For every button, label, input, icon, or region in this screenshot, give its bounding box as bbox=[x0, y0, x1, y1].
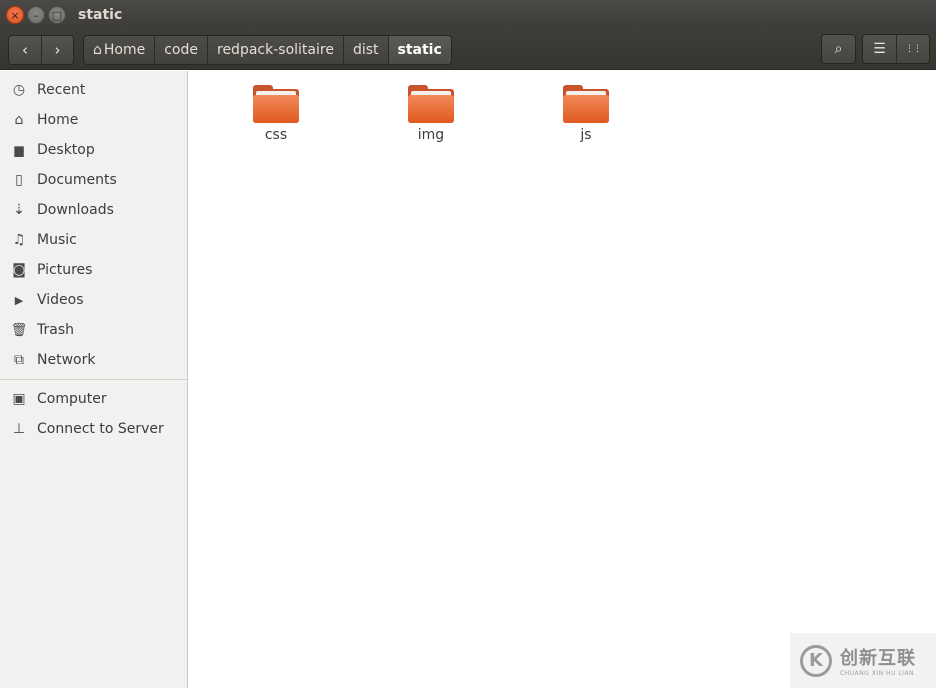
sidebar-item-computer[interactable]: ▣ Computer bbox=[0, 384, 187, 414]
minimize-window-button[interactable]: – bbox=[27, 6, 45, 24]
list-view-icon: ☰ bbox=[873, 41, 886, 57]
folder-icon bbox=[253, 85, 299, 123]
server-icon: ⊥ bbox=[12, 421, 26, 437]
sidebar-item-label: Network bbox=[37, 352, 96, 368]
music-icon: ♫ bbox=[12, 232, 26, 248]
breadcrumb: ⌂ Home code redpack-solitaire dist stati… bbox=[83, 34, 452, 65]
sidebar-item-label: Connect to Server bbox=[37, 421, 164, 437]
toolbar: ‹ › ⌂ Home code redpack-solitaire dist s… bbox=[0, 30, 936, 70]
home-icon: ⌂ bbox=[93, 41, 102, 58]
breadcrumb-code[interactable]: code bbox=[154, 35, 207, 64]
folder-item-css[interactable]: css bbox=[226, 85, 326, 143]
breadcrumb-label: Home bbox=[103, 41, 146, 58]
search-group: ⌕ bbox=[821, 34, 856, 64]
sidebar-item-label: Pictures bbox=[37, 262, 93, 278]
file-name: img bbox=[417, 127, 445, 143]
sidebar-item-downloads[interactable]: ⇣ Downloads bbox=[0, 195, 187, 225]
window-controls: × – □ bbox=[6, 6, 66, 24]
camera-icon: ◙ bbox=[12, 262, 26, 278]
close-window-button[interactable]: × bbox=[6, 6, 24, 24]
home-icon: ⌂ bbox=[14, 112, 24, 128]
folder-icon bbox=[563, 85, 609, 123]
breadcrumb-home[interactable]: ⌂ Home bbox=[84, 35, 155, 64]
sidebar-item-network[interactable]: ⧉ Network bbox=[0, 345, 187, 375]
video-icon: ▶ bbox=[14, 293, 24, 307]
sidebar-item-label: Downloads bbox=[37, 202, 114, 218]
list-view-button[interactable]: ☰ bbox=[863, 35, 896, 63]
sidebar-divider bbox=[0, 379, 187, 380]
sidebar-item-connect-to-server[interactable]: ⊥ Connect to Server bbox=[0, 414, 187, 444]
breadcrumb-dist[interactable]: dist bbox=[342, 35, 388, 64]
sidebar: ◷ Recent ⌂ Home ▆ Desktop ▯ Documents ⇣ … bbox=[0, 71, 188, 688]
sidebar-item-label: Computer bbox=[37, 391, 107, 407]
breadcrumb-static[interactable]: static bbox=[387, 35, 451, 64]
download-icon: ⇣ bbox=[13, 202, 25, 218]
sidebar-item-recent[interactable]: ◷ Recent bbox=[0, 75, 187, 105]
sidebar-item-label: Trash bbox=[37, 322, 74, 338]
sidebar-item-trash[interactable]: 🗑 Trash bbox=[0, 315, 187, 345]
sidebar-item-music[interactable]: ♫ Music bbox=[0, 225, 187, 255]
folder-item-js[interactable]: js bbox=[536, 85, 636, 143]
watermark-title: 创新互联 bbox=[840, 648, 916, 669]
watermark-subtitle: CHUANG XIN HU LIAN bbox=[840, 670, 915, 677]
sidebar-item-label: Desktop bbox=[37, 142, 95, 158]
sidebar-item-desktop[interactable]: ▆ Desktop bbox=[0, 135, 187, 165]
grid-view-button[interactable]: ⋮⋮ bbox=[896, 35, 929, 63]
trash-icon: 🗑 bbox=[10, 322, 28, 338]
computer-icon: ▣ bbox=[12, 391, 26, 407]
sidebar-item-documents[interactable]: ▯ Documents bbox=[0, 165, 187, 195]
back-button[interactable]: ‹ bbox=[9, 35, 41, 64]
file-name: css bbox=[264, 127, 288, 143]
folder-icon bbox=[408, 85, 454, 123]
watermark-logo-icon: K bbox=[800, 644, 832, 677]
sidebar-item-label: Videos bbox=[37, 292, 84, 308]
sidebar-item-pictures[interactable]: ◙ Pictures bbox=[0, 255, 187, 285]
sidebar-item-label: Recent bbox=[37, 82, 86, 98]
search-button[interactable]: ⌕ bbox=[822, 35, 855, 63]
folder-item-img[interactable]: img bbox=[381, 85, 481, 143]
network-icon: ⧉ bbox=[14, 352, 24, 368]
search-icon: ⌕ bbox=[834, 41, 843, 57]
maximize-window-button[interactable]: □ bbox=[48, 6, 66, 24]
forward-button[interactable]: › bbox=[41, 35, 73, 64]
sidebar-item-label: Documents bbox=[37, 172, 117, 188]
sidebar-item-label: Home bbox=[37, 112, 79, 128]
view-toggle-group: ☰ ⋮⋮ bbox=[862, 34, 930, 64]
clock-icon: ◷ bbox=[12, 82, 26, 98]
title-bar: × – □ static bbox=[0, 0, 936, 30]
grid-view-icon: ⋮⋮ bbox=[905, 44, 922, 54]
watermark-text: 创新互联 CHUANG XIN HU LIAN bbox=[840, 644, 916, 677]
sidebar-item-label: Music bbox=[37, 232, 77, 248]
sidebar-item-videos[interactable]: ▶ Videos bbox=[0, 285, 187, 315]
breadcrumb-redpack-solitaire[interactable]: redpack-solitaire bbox=[207, 35, 343, 64]
file-view[interactable]: css img js bbox=[193, 71, 936, 688]
sidebar-item-home[interactable]: ⌂ Home bbox=[0, 105, 187, 135]
file-name: js bbox=[580, 127, 592, 143]
watermark: K 创新互联 CHUANG XIN HU LIAN bbox=[790, 633, 936, 688]
window-title: static bbox=[78, 7, 123, 23]
document-icon: ▯ bbox=[15, 172, 23, 188]
navigation-buttons: ‹ › bbox=[8, 34, 74, 65]
folder-icon: ▆ bbox=[14, 143, 24, 157]
